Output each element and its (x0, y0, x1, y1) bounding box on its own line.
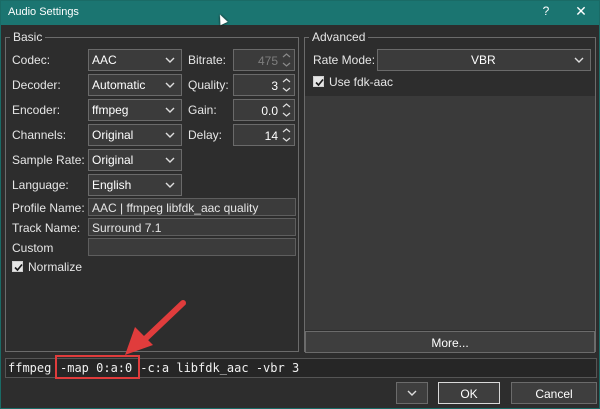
gain-label: Gain: (188, 103, 217, 117)
codec-label: Codec: (12, 53, 51, 67)
decoder-label: Decoder: (12, 78, 61, 92)
chevron-down-icon (165, 157, 175, 163)
help-button[interactable]: ? (539, 4, 553, 18)
quality-value: 3 (271, 79, 278, 93)
track-name-field[interactable]: Surround 7.1 (88, 218, 296, 236)
bitrate-label: Bitrate: (188, 53, 227, 67)
decoder-value: Automatic (92, 78, 146, 92)
use-fdk-aac-label: Use fdk-aac (329, 75, 394, 89)
chevron-down-icon (165, 107, 175, 113)
basic-legend: Basic (10, 30, 46, 44)
codec-value: AAC (92, 53, 117, 67)
spin-down-icon[interactable] (280, 110, 293, 119)
quality-label: Quality: (188, 78, 229, 92)
command-suffix: -c:a libfdk_aac -vbr 3 (133, 361, 300, 375)
title-bar[interactable]: Audio Settings ? ✕ (1, 1, 599, 25)
chevron-down-icon (165, 182, 175, 188)
ok-button[interactable]: OK (438, 382, 500, 404)
channels-dropdown[interactable]: Original (88, 124, 182, 146)
track-name-value: Surround 7.1 (92, 221, 162, 235)
checkmark-icon (315, 78, 324, 87)
chevron-down-icon (165, 57, 175, 63)
spin-up-icon[interactable] (280, 126, 293, 135)
custom-field[interactable] (88, 238, 296, 256)
rate-mode-dropdown[interactable]: VBR (377, 49, 591, 71)
rate-mode-value: VBR (471, 53, 496, 67)
advanced-options-panel (305, 96, 595, 330)
channels-label: Channels: (12, 128, 67, 142)
spin-up-icon[interactable] (280, 76, 293, 85)
more-button[interactable]: More... (305, 331, 595, 353)
normalize-label: Normalize (28, 260, 83, 274)
encoder-dropdown[interactable]: ffmpeg (88, 99, 182, 121)
audio-settings-window: Audio Settings ? ✕ Basic Codec: Decoder:… (0, 0, 600, 409)
cancel-button[interactable]: Cancel (511, 382, 597, 404)
chevron-down-icon (165, 132, 175, 138)
sample-rate-value: Original (92, 153, 134, 167)
spin-up-icon[interactable] (280, 51, 293, 60)
profile-name-label: Profile Name: (12, 201, 85, 215)
language-dropdown[interactable]: English (88, 174, 182, 196)
language-label: Language: (12, 178, 69, 192)
delay-label: Delay: (188, 128, 223, 142)
close-button[interactable]: ✕ (573, 3, 589, 20)
delay-value: 14 (264, 129, 278, 143)
custom-label: Custom (12, 241, 54, 255)
normalize-checkbox[interactable] (12, 261, 23, 272)
use-fdk-aac-checkbox[interactable] (313, 76, 324, 87)
gain-spinner[interactable]: 0.0 (233, 99, 295, 121)
encoder-label: Encoder: (12, 103, 61, 117)
codec-dropdown[interactable]: AAC (88, 49, 182, 71)
chevron-down-icon (574, 57, 584, 63)
spin-down-icon[interactable] (280, 85, 293, 94)
annotation-highlight-box (55, 355, 140, 379)
window-title: Audio Settings (8, 6, 79, 18)
options-dropdown-button[interactable] (396, 382, 428, 404)
command-prefix: ffmpeg (8, 361, 59, 375)
quality-spinner[interactable]: 3 (233, 74, 295, 96)
rate-mode-label: Rate Mode: (313, 53, 376, 67)
bitrate-spinner[interactable]: 475 (233, 49, 295, 71)
spin-down-icon[interactable] (280, 135, 293, 144)
language-value: English (92, 178, 132, 192)
advanced-legend: Advanced (309, 30, 369, 44)
sample-rate-label: Sample Rate: (12, 153, 85, 167)
track-name-label: Track Name: (12, 221, 81, 235)
delay-spinner[interactable]: 14 (233, 124, 295, 146)
spin-down-icon[interactable] (280, 60, 293, 69)
decoder-dropdown[interactable]: Automatic (88, 74, 182, 96)
bitrate-value: 475 (257, 54, 278, 68)
checkmark-icon (14, 263, 23, 272)
spin-up-icon[interactable] (280, 101, 293, 110)
profile-name-field[interactable]: AAC | ffmpeg libfdk_aac quality (88, 198, 296, 216)
profile-name-value: AAC | ffmpeg libfdk_aac quality (92, 201, 259, 215)
chevron-down-icon (407, 390, 417, 396)
encoder-value: ffmpeg (92, 103, 129, 117)
sample-rate-dropdown[interactable]: Original (88, 149, 182, 171)
gain-value: 0.0 (261, 104, 278, 118)
channels-value: Original (92, 128, 134, 142)
chevron-down-icon (165, 82, 175, 88)
